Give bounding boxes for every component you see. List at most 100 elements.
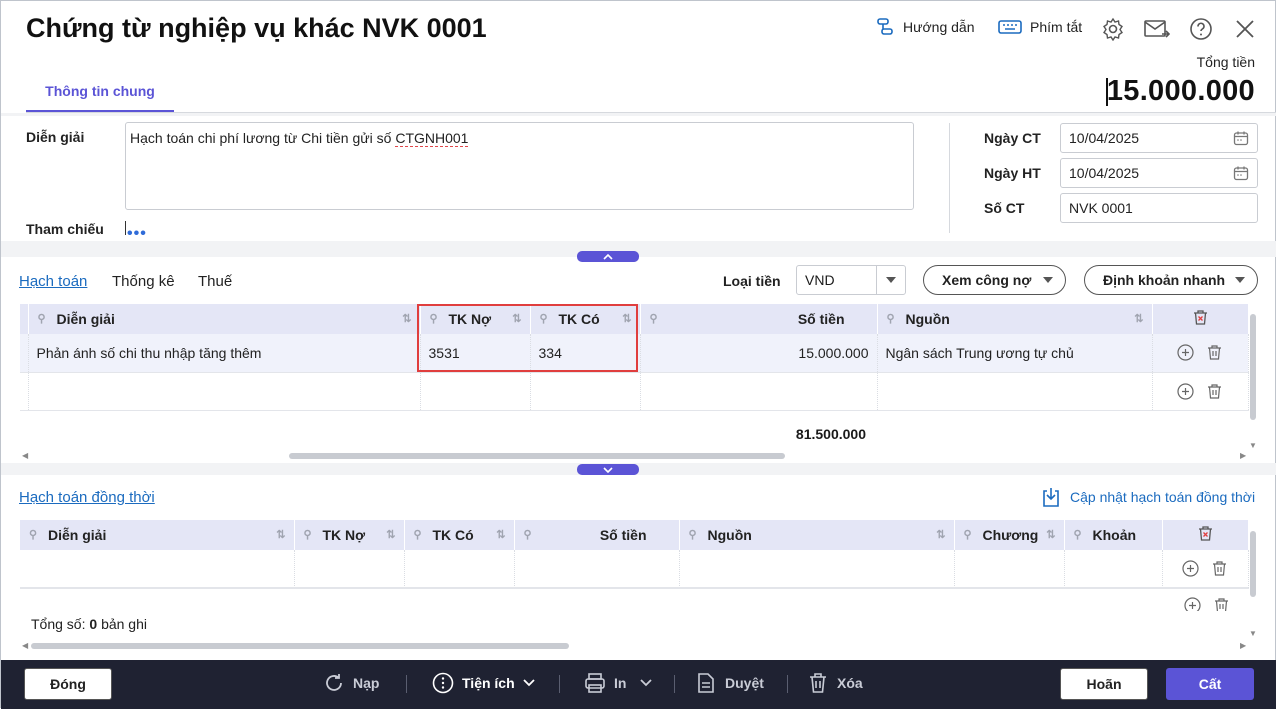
close-icon: [1236, 20, 1254, 38]
trash-icon[interactable]: [1206, 383, 1223, 400]
column-header-chapter[interactable]: ⚲ Chương ⇅: [954, 520, 1065, 550]
pin-icon[interactable]: ⚲: [414, 528, 422, 541]
scroll-down-arrow[interactable]: ▼: [1249, 441, 1257, 450]
delete-all-header[interactable]: [1152, 304, 1249, 334]
pin-icon[interactable]: ⚲: [524, 528, 532, 541]
cell-source[interactable]: [877, 372, 1153, 411]
pin-icon[interactable]: ⚲: [887, 312, 895, 325]
column-header-credit[interactable]: ⚲ TK Có ⇅: [404, 520, 515, 550]
currency-select[interactable]: VND: [796, 265, 906, 295]
pin-icon[interactable]: ⚲: [650, 312, 658, 325]
pin-icon[interactable]: ⚲: [38, 312, 46, 325]
column-header-source[interactable]: ⚲ Nguồn ⇅: [877, 304, 1153, 334]
sort-icon[interactable]: ⇅: [936, 528, 945, 541]
scroll-right-arrow[interactable]: ▶: [1240, 451, 1246, 460]
dropdown-toggle[interactable]: [876, 266, 905, 294]
cell-item[interactable]: [1064, 550, 1163, 589]
delete-all-header[interactable]: [1162, 520, 1249, 550]
trash-icon[interactable]: [1213, 597, 1230, 611]
cell-description[interactable]: [20, 550, 295, 589]
cell-credit[interactable]: [530, 372, 641, 411]
column-header-description[interactable]: ⚲ Diễn giải ⇅: [28, 304, 421, 334]
description-input[interactable]: Hạch toán chi phí lương từ Chi tiền gửi …: [125, 122, 914, 210]
settings-button[interactable]: [1100, 16, 1126, 42]
undo-button[interactable]: Hoãn: [1060, 668, 1148, 700]
vertical-scrollbar[interactable]: [1250, 531, 1256, 597]
horizontal-scrollbar[interactable]: [289, 453, 785, 459]
tab-statistics[interactable]: Thống kê: [112, 273, 175, 290]
sort-icon[interactable]: ⇅: [402, 312, 411, 325]
column-header-description[interactable]: ⚲ Diễn giải ⇅: [20, 520, 295, 550]
calendar-icon[interactable]: [1233, 165, 1249, 181]
pin-icon[interactable]: ⚲: [689, 528, 697, 541]
scroll-left-arrow[interactable]: ◀: [22, 641, 28, 650]
help-button[interactable]: [1188, 16, 1214, 42]
column-header-amount[interactable]: ⚲ Số tiền: [640, 304, 878, 334]
calendar-icon[interactable]: [1233, 130, 1249, 146]
cell-chapter[interactable]: [954, 550, 1065, 589]
table-row[interactable]: [20, 550, 1249, 589]
horizontal-scrollbar[interactable]: [31, 643, 569, 649]
cell-debit[interactable]: [420, 372, 531, 411]
shortcut-button[interactable]: Phím tắt: [998, 17, 1082, 37]
scroll-right-arrow[interactable]: ▶: [1240, 641, 1246, 650]
column-header-debit[interactable]: ⚲ TK Nợ ⇅: [294, 520, 405, 550]
add-row-icon[interactable]: [1184, 597, 1201, 611]
column-header-amount[interactable]: ⚲ Số tiền: [514, 520, 680, 550]
cell-amount[interactable]: [514, 550, 680, 589]
send-mail-button[interactable]: [1144, 16, 1170, 42]
scroll-left-arrow[interactable]: ◀: [22, 451, 28, 460]
view-debt-button[interactable]: Xem công nợ: [923, 265, 1066, 295]
table-row[interactable]: [20, 372, 1249, 411]
date-ct-field[interactable]: 10/04/2025: [1060, 123, 1258, 153]
approve-button[interactable]: Duyệt: [695, 672, 764, 694]
date-ht-field[interactable]: 10/04/2025: [1060, 158, 1258, 188]
add-row-icon[interactable]: [1182, 560, 1199, 577]
delete-button[interactable]: Xóa: [807, 672, 863, 694]
close-window-button[interactable]: [1232, 16, 1258, 42]
doc-no-field[interactable]: NVK 0001: [1060, 193, 1258, 223]
sort-icon[interactable]: ⇅: [1046, 528, 1055, 541]
save-button[interactable]: Cất: [1166, 668, 1254, 700]
delete-all-icon[interactable]: [1192, 309, 1209, 326]
tab-posting[interactable]: Hạch toán: [19, 273, 87, 290]
add-row-icon[interactable]: [1177, 382, 1194, 400]
sort-icon[interactable]: ⇅: [276, 528, 285, 541]
column-header-source[interactable]: ⚲ Nguồn ⇅: [679, 520, 955, 550]
concurrent-posting-title[interactable]: Hạch toán đồng thời: [19, 489, 155, 506]
collapse-down-button[interactable]: [577, 464, 639, 475]
reload-button[interactable]: Nạp: [323, 672, 379, 694]
sort-icon[interactable]: ⇅: [1134, 312, 1143, 325]
delete-all-icon[interactable]: [1197, 525, 1214, 542]
scroll-down-arrow[interactable]: ▼: [1249, 629, 1257, 638]
cell-amount[interactable]: 15.000.000: [640, 334, 878, 373]
update-concurrent-button[interactable]: Cập nhật hạch toán đồng thời: [1042, 487, 1255, 507]
cell-description[interactable]: Phản ánh số chi thu nhập tăng thêm: [28, 334, 421, 373]
pin-icon[interactable]: ⚲: [964, 528, 972, 541]
trash-icon[interactable]: [1211, 560, 1228, 577]
vertical-scrollbar[interactable]: [1250, 314, 1256, 420]
sort-icon[interactable]: ⇅: [496, 528, 505, 541]
guide-button[interactable]: Hướng dẫn: [875, 17, 974, 37]
tab-tax[interactable]: Thuế: [198, 273, 232, 290]
print-button[interactable]: In: [584, 672, 653, 694]
cell-source[interactable]: [679, 550, 955, 589]
cell-debit[interactable]: [294, 550, 405, 589]
pin-icon[interactable]: ⚲: [29, 528, 37, 541]
tab-general-info[interactable]: Thông tin chung: [26, 81, 174, 113]
cell-description[interactable]: [28, 372, 421, 411]
cell-amount[interactable]: [640, 372, 878, 411]
cell-source[interactable]: Ngân sách Trung ương tự chủ: [877, 334, 1153, 373]
close-button[interactable]: Đóng: [24, 668, 112, 700]
sort-icon[interactable]: ⇅: [386, 528, 395, 541]
pin-icon[interactable]: ⚲: [1074, 528, 1082, 541]
column-header-item[interactable]: ⚲ Khoản: [1064, 520, 1163, 550]
pin-icon[interactable]: ⚲: [304, 528, 312, 541]
add-row-icon[interactable]: [1177, 344, 1194, 361]
quick-entry-button[interactable]: Định khoản nhanh: [1084, 265, 1258, 295]
utilities-button[interactable]: Tiện ích: [432, 672, 535, 694]
cell-credit[interactable]: [404, 550, 515, 589]
description-text: Hạch toán chi phí lương từ Chi tiền gửi …: [130, 130, 396, 146]
trash-icon[interactable]: [1206, 344, 1223, 361]
collapse-up-button[interactable]: [577, 251, 639, 262]
